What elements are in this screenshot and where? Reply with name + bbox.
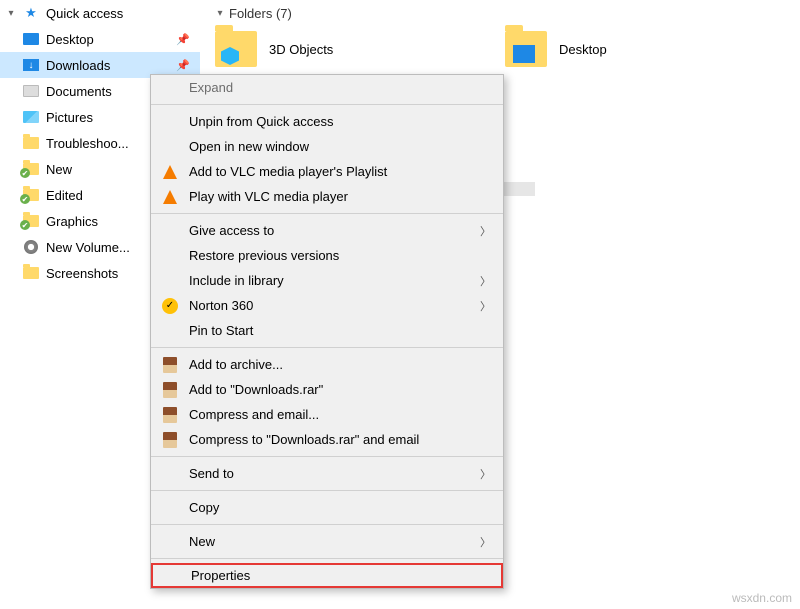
menu-item[interactable]: Unpin from Quick access — [151, 109, 503, 134]
menu-item-label: Restore previous versions — [189, 248, 339, 263]
folder-label: Desktop — [559, 42, 607, 57]
tree-item-label: Desktop — [46, 32, 94, 47]
folder-green-icon — [22, 160, 40, 178]
download-icon: ↓ — [22, 56, 40, 74]
menu-item-label: Copy — [189, 500, 219, 515]
rar-icon — [161, 406, 179, 424]
tree-root-quick-access[interactable]: ▾ ★ Quick access — [0, 0, 200, 26]
document-icon — [22, 82, 40, 100]
menu-item[interactable]: Add to "Downloads.rar" — [151, 377, 503, 402]
submenu-arrow-icon: 〉 — [480, 298, 491, 314]
menu-item-label: Play with VLC media player — [189, 189, 348, 204]
folder-green-icon — [22, 186, 40, 204]
tree-item-label: Screenshots — [46, 266, 118, 281]
tree-item-label: New — [46, 162, 72, 177]
chevron-down-icon: ▾ — [215, 8, 225, 19]
folders-header-label: Folders (7) — [229, 6, 292, 21]
menu-separator — [151, 490, 503, 491]
menu-item[interactable]: Add to archive... — [151, 352, 503, 377]
menu-item[interactable]: Restore previous versions — [151, 243, 503, 268]
menu-item[interactable]: Properties — [151, 563, 503, 588]
rar-icon — [161, 431, 179, 449]
menu-item-label: Add to "Downloads.rar" — [189, 382, 323, 397]
tree-item-label: Documents — [46, 84, 112, 99]
menu-separator — [151, 347, 503, 348]
menu-separator — [151, 213, 503, 214]
pictures-icon — [22, 108, 40, 126]
tree-item-label: Downloads — [46, 58, 110, 73]
chevron-down-icon: ▾ — [6, 8, 16, 19]
menu-item[interactable]: Give access to 〉 — [151, 218, 503, 243]
menu-item[interactable]: Add to VLC media player's Playlist — [151, 159, 503, 184]
menu-separator — [151, 558, 503, 559]
vlc-icon — [161, 188, 179, 206]
menu-item[interactable]: ✓ Norton 360 〉 — [151, 293, 503, 318]
tree-item-label: Pictures — [46, 110, 93, 125]
norton-icon: ✓ — [161, 297, 179, 315]
disc-icon — [22, 238, 40, 256]
menu-item[interactable]: Pin to Start — [151, 318, 503, 343]
tree-item-label: Edited — [46, 188, 83, 203]
menu-item[interactable]: Play with VLC media player — [151, 184, 503, 209]
menu-item-label: Unpin from Quick access — [189, 114, 334, 129]
context-menu: Expand Unpin from Quick access Open in n… — [150, 74, 504, 589]
menu-separator — [151, 456, 503, 457]
folder-icon — [22, 264, 40, 282]
submenu-arrow-icon: 〉 — [480, 466, 491, 482]
menu-item-label: Include in library — [189, 273, 284, 288]
menu-item[interactable]: Send to 〉 — [151, 461, 503, 486]
folder-icon — [215, 31, 257, 67]
menu-item-label: Compress to "Downloads.rar" and email — [189, 432, 419, 447]
tree-item-label: Troubleshoo... — [46, 136, 129, 151]
menu-item[interactable]: Copy — [151, 495, 503, 520]
menu-item[interactable]: Open in new window — [151, 134, 503, 159]
submenu-arrow-icon: 〉 — [480, 223, 491, 239]
menu-item[interactable]: Include in library 〉 — [151, 268, 503, 293]
menu-item[interactable]: Compress and email... — [151, 402, 503, 427]
menu-item[interactable]: Compress to "Downloads.rar" and email — [151, 427, 503, 452]
menu-item[interactable]: New 〉 — [151, 529, 503, 554]
pin-icon: 📌 — [176, 59, 190, 72]
menu-item-label: Norton 360 — [189, 298, 253, 313]
tree-root-label: Quick access — [46, 6, 123, 21]
submenu-arrow-icon: 〉 — [480, 534, 491, 550]
folder-item[interactable]: Desktop — [505, 31, 755, 67]
menu-item-label: Properties — [191, 568, 250, 583]
menu-item-label: New — [189, 534, 215, 549]
tree-item-label: Graphics — [46, 214, 98, 229]
folder-icon — [22, 134, 40, 152]
menu-item-label: Open in new window — [189, 139, 309, 154]
rar-icon — [161, 356, 179, 374]
tree-item-label: New Volume... — [46, 240, 130, 255]
menu-item-label: Add to VLC media player's Playlist — [189, 164, 387, 179]
vlc-icon — [161, 163, 179, 181]
menu-item[interactable]: Expand — [151, 75, 503, 100]
menu-item-label: Send to — [189, 466, 234, 481]
desktop-icon — [22, 30, 40, 48]
star-icon: ★ — [22, 4, 40, 22]
folder-label: 3D Objects — [269, 42, 333, 57]
folder-item[interactable]: 3D Objects — [215, 31, 465, 67]
menu-item-label: Give access to — [189, 223, 274, 238]
menu-item-label: Expand — [189, 80, 233, 95]
menu-separator — [151, 104, 503, 105]
watermark: wsxdn.com — [732, 591, 792, 605]
menu-separator — [151, 524, 503, 525]
rar-icon — [161, 381, 179, 399]
submenu-arrow-icon: 〉 — [480, 273, 491, 289]
menu-item-label: Pin to Start — [189, 323, 253, 338]
folder-icon — [505, 31, 547, 67]
menu-item-label: Add to archive... — [189, 357, 283, 372]
tree-item[interactable]: Desktop 📌 — [0, 26, 200, 52]
menu-item-label: Compress and email... — [189, 407, 319, 422]
folder-green-icon — [22, 212, 40, 230]
pin-icon: 📌 — [176, 33, 190, 46]
